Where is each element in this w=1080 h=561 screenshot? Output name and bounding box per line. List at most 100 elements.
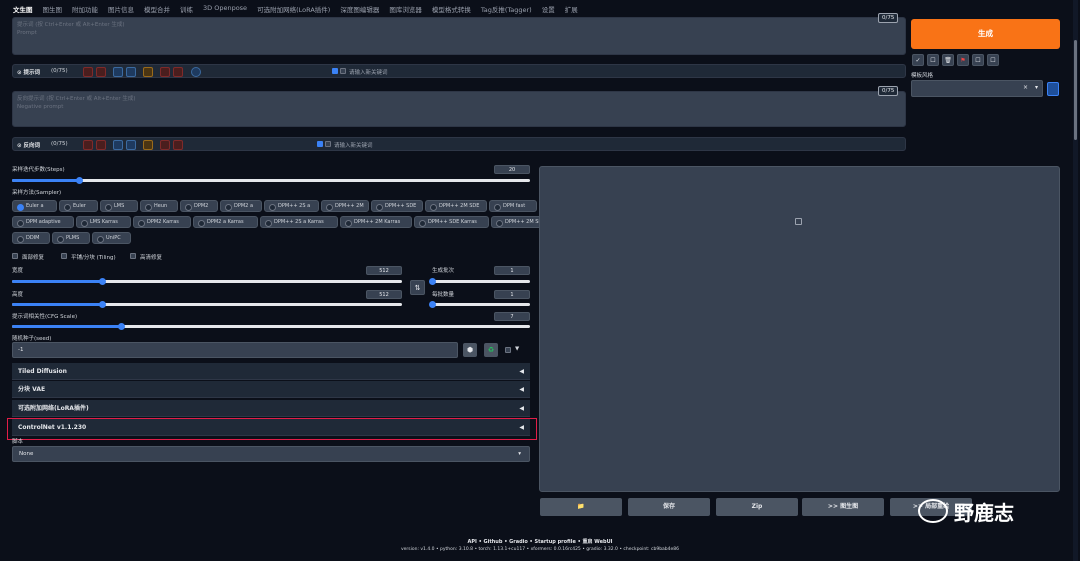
swap-dimensions-icon[interactable]: ⇅ <box>410 280 425 295</box>
sampler-option-1[interactable]: Euler <box>59 200 98 212</box>
style-tool-icon-0[interactable]: ✓ <box>912 54 924 66</box>
clear-icon[interactable] <box>83 67 93 77</box>
tab-0[interactable]: 文生图 <box>8 2 38 14</box>
height-slider[interactable] <box>12 301 402 308</box>
batch-size-slider[interactable] <box>429 301 530 308</box>
extra-seed-checkbox[interactable] <box>505 347 511 353</box>
prompt-input[interactable]: 提示词 (按 Ctrl+Enter 或 Alt+Enter 生成) Prompt <box>13 18 905 54</box>
sampler-option-19[interactable]: DDIM <box>12 232 50 244</box>
width-value[interactable]: 512 <box>366 266 402 275</box>
sampler-option-0[interactable]: Euler a <box>12 200 57 212</box>
sampler-option-9[interactable]: DPM++ 2M SDE <box>425 200 487 212</box>
collapse-icon[interactable]: ⊙ <box>17 70 22 76</box>
tab-9[interactable]: 图库浏览器 <box>384 2 427 14</box>
keyword-checkbox-2[interactable] <box>325 141 331 147</box>
sampler-option-15[interactable]: DPM++ 2S a Karras <box>260 216 338 228</box>
sampler-option-12[interactable]: LMS Karras <box>76 216 131 228</box>
style-tool-icon-5[interactable]: ☐ <box>987 54 999 66</box>
sampler-option-20[interactable]: PLMS <box>52 232 90 244</box>
option-checkbox-2[interactable] <box>130 253 136 259</box>
extra-seed-toggle-icon[interactable]: ▼ <box>515 346 519 352</box>
steps-value[interactable]: 20 <box>494 165 530 174</box>
height-value[interactable]: 512 <box>366 290 402 299</box>
tab-8[interactable]: 深度图编辑器 <box>335 2 384 14</box>
copy-icon[interactable] <box>113 67 123 77</box>
folder-icon[interactable] <box>143 67 153 77</box>
sampler-option-6[interactable]: DPM++ 2S a <box>264 200 319 212</box>
footer-links[interactable]: API • Github • Gradio • Startup profile … <box>0 538 1080 545</box>
folder-icon[interactable] <box>143 140 153 150</box>
keyword-input[interactable]: 请输入新关键词 <box>334 141 373 149</box>
sampler-option-5[interactable]: DPM2 a <box>220 200 262 212</box>
batch-count-value[interactable]: 1 <box>494 266 530 275</box>
remove-icon[interactable] <box>173 67 183 77</box>
script-dropdown[interactable]: None ▾ <box>12 446 530 462</box>
seed-input[interactable]: -1 <box>12 342 458 358</box>
cfg-value[interactable]: 7 <box>494 312 530 321</box>
style-tool-icon-1[interactable]: ☐ <box>927 54 939 66</box>
sampler-option-8[interactable]: DPM++ SDE <box>371 200 423 212</box>
sampler-option-10[interactable]: DPM fast <box>489 200 537 212</box>
paste-icon[interactable] <box>126 67 136 77</box>
output-button-0[interactable]: 📁 <box>540 498 622 516</box>
remove-icon[interactable] <box>173 140 183 150</box>
sampler-option-21[interactable]: UniPC <box>92 232 131 244</box>
delete-icon[interactable] <box>96 140 106 150</box>
sampler-option-14[interactable]: DPM2 a Karras <box>193 216 258 228</box>
output-button-1[interactable]: 保存 <box>628 498 710 516</box>
sampler-option-11[interactable]: DPM adaptive <box>12 216 74 228</box>
output-button-3[interactable]: >> 图生图 <box>802 498 884 516</box>
negative-prompt-input[interactable]: 反向提示词 (按 Ctrl+Enter 或 Alt+Enter 生成) Negat… <box>13 92 905 126</box>
apply-style-button[interactable] <box>1047 82 1059 96</box>
tab-10[interactable]: 模型格式转换 <box>427 2 476 14</box>
paste-icon[interactable] <box>126 140 136 150</box>
trash-icon[interactable] <box>160 67 170 77</box>
batch-size-value[interactable]: 1 <box>494 290 530 299</box>
sampler-option-16[interactable]: DPM++ 2M Karras <box>340 216 412 228</box>
scrollbar-thumb[interactable] <box>1074 40 1077 140</box>
tab-4[interactable]: 模型合并 <box>139 2 175 14</box>
clear-icon[interactable] <box>83 140 93 150</box>
reuse-seed-recycle-icon[interactable]: ♻ <box>484 343 498 357</box>
cfg-slider[interactable] <box>12 323 530 330</box>
sampler-option-2[interactable]: LMS <box>100 200 138 212</box>
page-scrollbar[interactable] <box>1073 0 1078 561</box>
copy-icon[interactable] <box>113 140 123 150</box>
keyword-input[interactable]: 请输入新关键词 <box>349 68 388 76</box>
accordion-1[interactable]: 分块 VAE ◀ <box>12 381 530 398</box>
style-tool-icon-2[interactable]: 🗑 <box>942 54 954 66</box>
tab-11[interactable]: Tag反推(Tagger) <box>476 2 537 14</box>
sampler-option-7[interactable]: DPM++ 2M <box>321 200 369 212</box>
tab-1[interactable]: 图生图 <box>38 2 68 14</box>
globe-icon[interactable] <box>191 67 201 77</box>
delete-icon[interactable] <box>96 67 106 77</box>
sampler-option-13[interactable]: DPM2 Karras <box>133 216 191 228</box>
trash-icon[interactable] <box>160 140 170 150</box>
tab-12[interactable]: 设置 <box>537 2 560 14</box>
width-slider[interactable] <box>12 278 402 285</box>
tab-13[interactable]: 扩展 <box>560 2 583 14</box>
tab-2[interactable]: 附加功能 <box>67 2 103 14</box>
generate-button[interactable]: 生成 <box>911 19 1060 49</box>
tab-6[interactable]: 3D Openpose <box>198 2 252 14</box>
steps-slider[interactable] <box>12 177 530 184</box>
tab-7[interactable]: 可选附加网络(LoRA插件) <box>252 2 335 14</box>
sampler-option-17[interactable]: DPM++ SDE Karras <box>414 216 489 228</box>
sampler-option-3[interactable]: Heun <box>140 200 178 212</box>
output-button-2[interactable]: Zip <box>716 498 798 516</box>
batch-count-slider[interactable] <box>429 278 530 285</box>
collapse-icon-negative[interactable]: ⊙ <box>17 143 22 149</box>
keyword-checkbox[interactable] <box>332 68 338 74</box>
style-tool-icon-3[interactable]: ⚑ <box>957 54 969 66</box>
keyword-checkbox[interactable] <box>317 141 323 147</box>
sampler-option-4[interactable]: DPM2 <box>180 200 218 212</box>
accordion-0[interactable]: Tiled Diffusion ◀ <box>12 363 530 380</box>
tab-3[interactable]: 图片信息 <box>103 2 139 14</box>
clear-style-icon[interactable]: × <box>1023 84 1028 91</box>
option-checkbox-1[interactable] <box>61 253 67 259</box>
tab-5[interactable]: 训练 <box>175 2 198 14</box>
accordion-2[interactable]: 可选附加网络(LoRA插件) ◀ <box>12 400 530 417</box>
random-seed-dice-icon[interactable]: ⬢ <box>463 343 477 357</box>
style-tool-icon-4[interactable]: ☐ <box>972 54 984 66</box>
option-checkbox-0[interactable] <box>12 253 18 259</box>
